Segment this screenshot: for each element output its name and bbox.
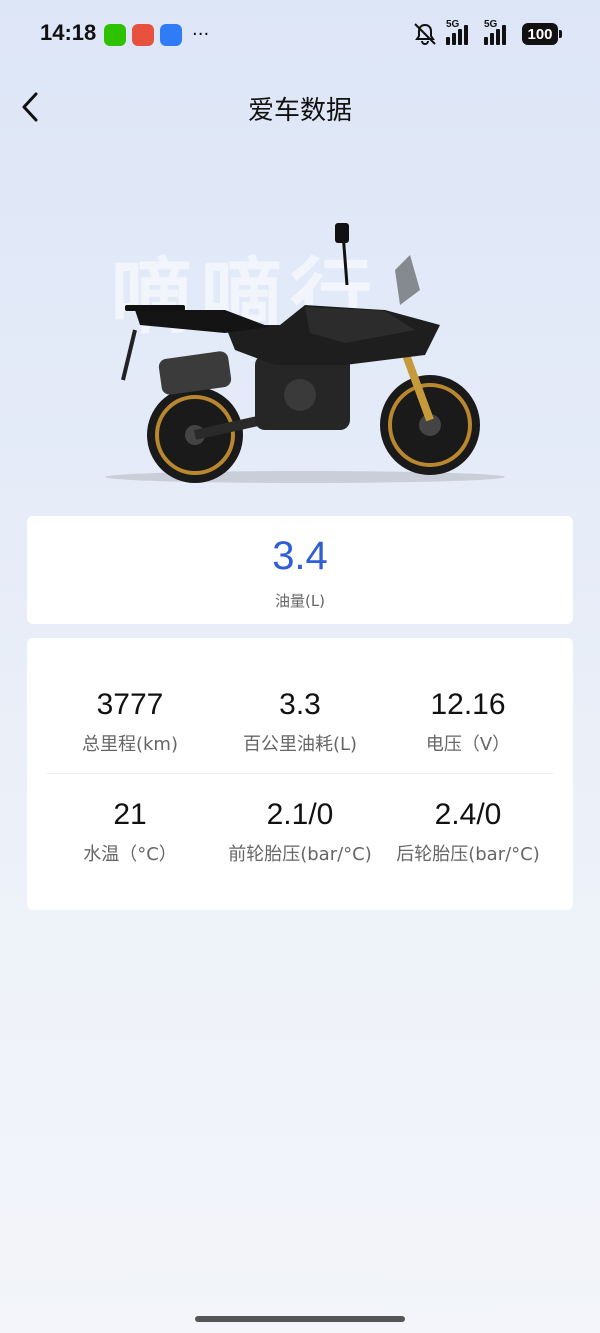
stat-label: 前轮胎压(bar/°C) (228, 844, 372, 865)
stat-fuel-consumption: 3.3 百公里油耗(L) (215, 688, 385, 756)
mute-icon (414, 23, 436, 45)
stat-total-mileage: 3777 总里程(km) (45, 688, 215, 756)
wechat-icon (104, 24, 126, 46)
page-title: 爱车数据 (247, 96, 352, 126)
stat-value: 12.16 (430, 688, 506, 721)
status-bar: 14:18 ··· 5G 5G 100 (0, 0, 600, 70)
signal-icon: 5G (446, 19, 476, 45)
stat-water-temperature: 21 水温（°C） (45, 798, 215, 866)
stat-rear-tire-pressure: 2.4/0 后轮胎压(bar/°C) (383, 798, 553, 866)
stat-label: 总里程(km) (81, 734, 178, 755)
signal-icon: 5G (484, 19, 514, 45)
divider (47, 773, 553, 774)
stat-label: 水温（°C） (83, 844, 177, 865)
app-notification-icon (160, 24, 182, 46)
home-indicator[interactable] (195, 1316, 405, 1322)
stat-value: 3777 (96, 688, 164, 721)
status-indicators: 5G 5G 100 (412, 19, 562, 46)
fuel-card: 3.4 油量(L) (27, 516, 573, 624)
battery-icon: 100 (522, 23, 562, 45)
status-time: 14:18 (40, 20, 97, 45)
header: 爱车数据 (0, 80, 600, 136)
motorcycle-illustration (105, 223, 505, 483)
fuel-value: 3.4 (272, 534, 328, 578)
stats-card: 3777 总里程(km) 3.3 百公里油耗(L) 12.16 电压（V） 21… (27, 638, 573, 910)
fuel-label: 油量(L) (274, 592, 326, 610)
stat-label: 百公里油耗(L) (242, 734, 358, 755)
stat-voltage: 12.16 电压（V） (383, 688, 553, 756)
motorcycle-image: 嘀嘀行 (0, 200, 600, 490)
stat-front-tire-pressure: 2.1/0 前轮胎压(bar/°C) (215, 798, 385, 866)
more-notifications-icon: ··· (192, 24, 210, 45)
stat-value: 3.3 (279, 688, 321, 721)
stat-value: 21 (113, 798, 147, 831)
stat-value: 2.1/0 (266, 798, 334, 831)
stat-value: 2.4/0 (434, 798, 502, 831)
app-notification-icon (132, 24, 154, 46)
stat-label: 后轮胎压(bar/°C) (396, 844, 540, 865)
stat-label: 电压（V） (425, 734, 511, 755)
status-app-icons: ··· (104, 24, 209, 46)
